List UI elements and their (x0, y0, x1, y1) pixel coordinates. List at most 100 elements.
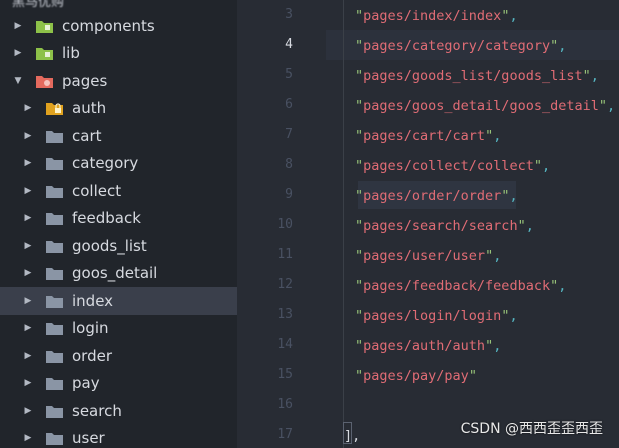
chevron-down-icon[interactable]: ▼ (12, 75, 24, 87)
quote: " (355, 248, 364, 264)
watermark: CSDN @西西歪歪西歪 (460, 421, 603, 437)
code-line[interactable]: "pages/goods_list/goods_list", (355, 61, 599, 91)
line-number: 16 (277, 397, 293, 412)
quote: " (355, 38, 364, 54)
tree-item-label: goods_list (72, 236, 147, 255)
string-literal: pages/order/order (363, 188, 502, 204)
file-explorer-sidebar: 黑马优购 ▶ components ▶ lib ▼ pages ▶ auth ▶ cart ▶ cat… (0, 0, 237, 448)
line-number: 4 (285, 37, 293, 52)
chevron-right-icon[interactable]: ▶ (12, 47, 24, 59)
quote: " (533, 158, 542, 174)
folder-icon (46, 266, 63, 281)
chevron-right-icon[interactable]: ▶ (22, 240, 34, 252)
string-literal: pages/goods_list/goods_list (363, 68, 583, 84)
tree-item-category[interactable]: ▶ category (0, 150, 237, 178)
quote: " (485, 128, 494, 144)
chevron-right-icon[interactable]: ▶ (22, 377, 34, 389)
tree-item-index[interactable]: ▶ index (0, 287, 237, 315)
line-number: 13 (277, 307, 293, 322)
string-literal: pages/login/login (363, 308, 502, 324)
folder-icon (46, 349, 63, 363)
tree-item-goods-list[interactable]: ▶ goods_list (0, 232, 237, 260)
code-line[interactable]: "pages/index/index", (355, 1, 518, 31)
quote: " (355, 308, 364, 324)
tree-item-order[interactable]: ▶ order (0, 342, 237, 370)
quote: " (355, 188, 364, 204)
code-line[interactable]: "pages/pay/pay" (355, 361, 477, 391)
components-folder-icon (36, 19, 53, 33)
code-line[interactable]: "pages/feedback/feedback", (355, 271, 566, 301)
quote: " (468, 368, 477, 384)
line-number: 17 (277, 427, 293, 442)
tree-item-label: pages (62, 71, 108, 90)
quote: " (355, 98, 364, 114)
code-line[interactable]: "pages/auth/auth", (355, 331, 501, 361)
folder-icon (46, 239, 63, 253)
chevron-right-icon[interactable]: ▶ (22, 267, 34, 279)
folder-icon (46, 129, 63, 143)
string-literal: pages/goos_detail/goos_detail (363, 98, 599, 114)
folder-icon (46, 321, 63, 336)
chevron-right-icon[interactable]: ▶ (22, 322, 34, 334)
tree-item-components[interactable]: ▶ components (0, 12, 237, 40)
tree-item-lib[interactable]: ▶ lib (0, 40, 237, 68)
tree-item-label: category (72, 154, 139, 173)
tree-item-label: pay (72, 374, 100, 393)
line-number: 14 (277, 337, 293, 352)
quote: " (355, 8, 364, 24)
code-line[interactable]: "pages/collect/collect", (355, 151, 550, 181)
tree-item-pages[interactable]: ▼ pages (0, 67, 237, 95)
chevron-right-icon[interactable]: ▶ (22, 102, 34, 114)
quote: " (485, 338, 494, 354)
tree-item-login[interactable]: ▶ login (0, 315, 237, 343)
tree-item-goos-detail[interactable]: ▶ goos_detail (0, 260, 237, 288)
tree-item-cart[interactable]: ▶ cart (0, 122, 237, 150)
code-line[interactable]: "pages/search/search", (355, 211, 534, 241)
pages-folder-icon (36, 74, 53, 88)
chevron-right-icon[interactable]: ▶ (22, 212, 34, 224)
tree-item-pay[interactable]: ▶ pay (0, 370, 237, 398)
chevron-right-icon[interactable]: ▶ (22, 130, 34, 142)
line-number-gutter: 3 4 5 6 7 8 9 10 11 12 13 14 15 16 17 (237, 0, 307, 448)
comma: , (509, 188, 518, 204)
code-editor[interactable]: 3 4 5 6 7 8 9 10 11 12 13 14 15 16 17 "pages/index/ind… (237, 0, 619, 448)
tree-item-collect[interactable]: ▶ collect (0, 177, 237, 205)
quote: " (355, 128, 364, 144)
quote: " (550, 278, 559, 294)
code-line[interactable]: "pages/cart/cart", (355, 121, 501, 151)
line-number: 8 (285, 157, 293, 172)
tree-item-feedback[interactable]: ▶ feedback (0, 205, 237, 233)
line-number: 3 (285, 7, 293, 22)
comma: , (509, 8, 518, 24)
line-number: 6 (285, 97, 293, 112)
chevron-right-icon[interactable]: ▶ (22, 295, 34, 307)
string-literal: pages/auth/auth (363, 338, 486, 354)
chevron-right-icon[interactable]: ▶ (22, 157, 34, 169)
tree-item-label: order (72, 346, 112, 365)
code-line[interactable]: "pages/category/category", (355, 31, 566, 61)
string-literal: pages/feedback/feedback (363, 278, 551, 294)
line-number: 5 (285, 67, 293, 82)
code-line[interactable]: "pages/order/order", (355, 181, 518, 211)
tree-item-auth[interactable]: ▶ auth (0, 95, 237, 123)
line-number: 7 (285, 127, 293, 142)
code-line[interactable]: "pages/user/user", (355, 241, 501, 271)
auth-folder-icon (46, 101, 63, 116)
string-literal: pages/collect/collect (363, 158, 534, 174)
comma: , (493, 248, 502, 264)
project-title: 黑马优购 (12, 0, 65, 10)
tree-item-label: lib (62, 44, 80, 63)
tree-item-search[interactable]: ▶ search (0, 397, 237, 425)
folder-icon (46, 156, 63, 171)
chevron-right-icon[interactable]: ▶ (22, 405, 34, 417)
tree-item-user[interactable]: ▶ user (0, 425, 237, 448)
chevron-right-icon[interactable]: ▶ (22, 432, 34, 444)
code-line[interactable]: "pages/goos_detail/goos_detail", (355, 91, 615, 121)
folder-icon (46, 431, 63, 446)
chevron-right-icon[interactable]: ▶ (22, 185, 34, 197)
code-line[interactable]: "pages/login/login", (355, 301, 518, 331)
folder-icon (46, 404, 63, 418)
chevron-right-icon[interactable]: ▶ (12, 20, 24, 32)
chevron-right-icon[interactable]: ▶ (22, 350, 34, 362)
quote: " (355, 368, 364, 384)
